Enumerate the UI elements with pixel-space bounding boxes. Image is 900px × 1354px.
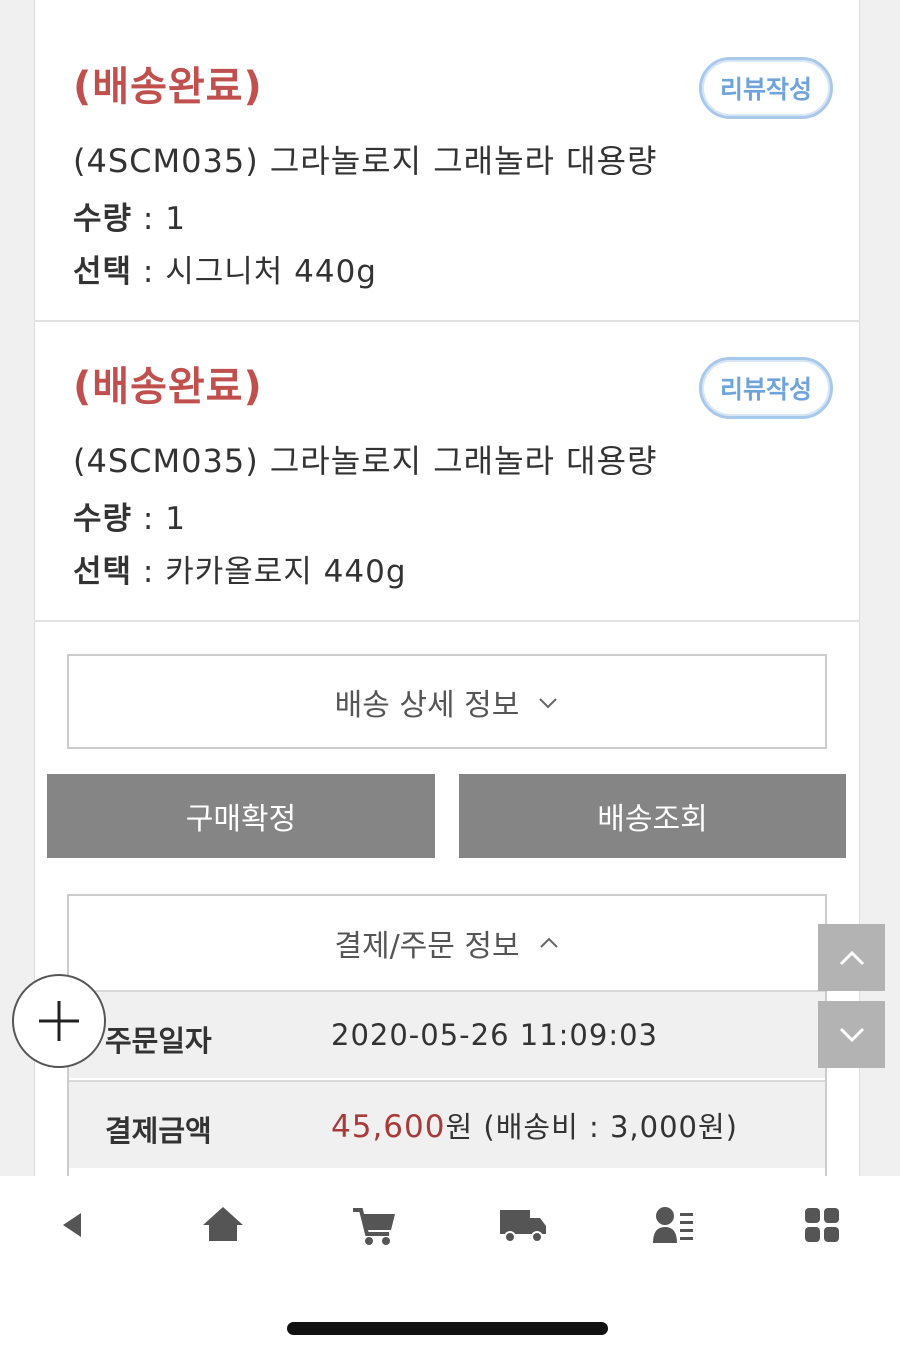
option-label: 선택: [73, 554, 133, 590]
quantity: 수량 : 1: [73, 493, 186, 538]
order-date-row: 주문일자 2020-05-26 11:09:03: [69, 990, 825, 1078]
option-value: : 카카올로지 440g: [142, 554, 407, 590]
payment-amount-value: 45,600원 (배송비 : 3,000원): [331, 1104, 738, 1146]
option: 선택 : 시그니처 440g: [73, 246, 377, 291]
quantity: 수량 : 1: [73, 193, 186, 238]
payment-info-toggle[interactable]: 결제/주문 정보: [69, 896, 825, 990]
option-value: : 시그니처 440g: [142, 254, 377, 290]
cart-icon[interactable]: [348, 1200, 400, 1250]
confirm-purchase-button[interactable]: 구매확정: [47, 774, 435, 858]
home-icon[interactable]: [197, 1200, 249, 1250]
order-date-label: 주문일자: [105, 1024, 212, 1058]
write-review-button[interactable]: 리뷰작성: [699, 357, 833, 419]
delivery-status: (배송완료): [73, 64, 263, 110]
shipping-fee-note: (배송비 : 3,000원): [483, 1110, 738, 1144]
scroll-up-button[interactable]: [818, 924, 885, 991]
option-label: 선택: [73, 254, 133, 290]
truck-icon[interactable]: [497, 1200, 549, 1250]
product-name: (4SCM035) 그라놀로지 그래놀라 대용량: [73, 442, 658, 480]
price-unit: 원: [445, 1110, 474, 1144]
quantity-label: 수량: [73, 501, 133, 537]
chevron-up-icon: [539, 937, 558, 948]
product-name: (4SCM035) 그라놀로지 그래놀라 대용량: [73, 142, 658, 180]
delivery-detail-label: 배송 상세 정보: [334, 687, 520, 723]
chevron-down-icon: [839, 1027, 864, 1042]
chevron-up-icon: [839, 950, 864, 965]
order-item: (배송완료) 리뷰작성 (4SCM035) 그라놀로지 그래놀라 대용량 수량 …: [34, 0, 860, 320]
payment-info-title: 결제/주문 정보: [334, 929, 520, 964]
delivery-status: (배송완료): [73, 364, 263, 410]
track-delivery-button[interactable]: 배송조회: [459, 774, 846, 858]
chevron-down-icon: [539, 697, 558, 708]
grid-menu-icon[interactable]: [796, 1200, 848, 1250]
option: 선택 : 카카올로지 440g: [73, 546, 407, 591]
order-date-value: 2020-05-26 11:09:03: [331, 1018, 658, 1052]
quantity-label: 수량: [73, 201, 133, 237]
quantity-value: : 1: [142, 201, 186, 237]
payment-amount-row: 결제금액 45,600원 (배송비 : 3,000원): [69, 1080, 825, 1168]
delivery-detail-toggle[interactable]: 배송 상세 정보: [67, 654, 827, 749]
order-item: (배송완료) 리뷰작성 (4SCM035) 그라놀로지 그래놀라 대용량 수량 …: [34, 322, 860, 620]
add-button[interactable]: [12, 974, 106, 1068]
payment-amount-label: 결제금액: [105, 1114, 212, 1148]
payment-info-box: 결제/주문 정보 주문일자 2020-05-26 11:09:03 결제금액 4…: [67, 894, 827, 1184]
plus-icon: [39, 1001, 79, 1041]
write-review-button[interactable]: 리뷰작성: [699, 57, 833, 119]
home-indicator[interactable]: [287, 1322, 608, 1335]
scroll-down-button[interactable]: [818, 1001, 885, 1068]
user-list-icon[interactable]: [647, 1200, 699, 1250]
price: 45,600: [331, 1109, 446, 1145]
quantity-value: : 1: [142, 501, 186, 537]
back-icon[interactable]: [46, 1200, 98, 1250]
